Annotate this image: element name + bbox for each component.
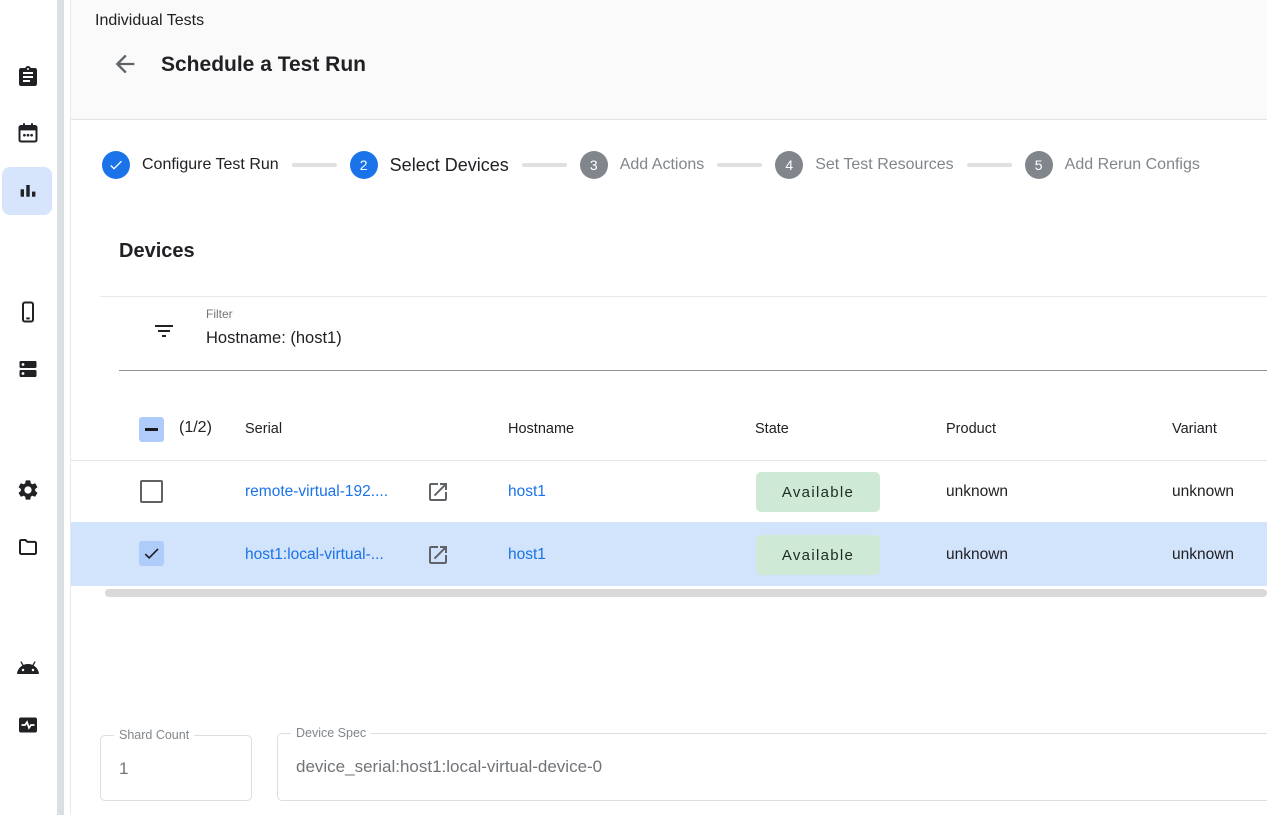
settings-gear-icon[interactable]: [16, 478, 40, 502]
page-title: Schedule a Test Run: [161, 53, 366, 77]
step-set-test-resources[interactable]: 4 Set Test Resources: [775, 151, 953, 179]
back-arrow-icon[interactable]: [111, 50, 139, 78]
android-icon[interactable]: [16, 656, 40, 680]
smartphone-icon[interactable]: [16, 300, 40, 324]
step-label: Set Test Resources: [815, 156, 953, 174]
breadcrumb: Individual Tests: [95, 12, 204, 30]
devices-section-title: Devices: [119, 240, 195, 263]
open-in-new-icon[interactable]: [426, 480, 450, 504]
filter-field-value: Hostname: (host1): [206, 329, 342, 348]
hostname-link[interactable]: host1: [508, 483, 546, 501]
step-configure-test-run[interactable]: Configure Test Run: [102, 151, 279, 179]
step-label: Add Rerun Configs: [1065, 156, 1200, 174]
step-select-devices[interactable]: 2 Select Devices: [350, 151, 509, 179]
device-spec-label: Device Spec: [291, 726, 371, 740]
state-badge: Available: [756, 472, 880, 512]
device-row-selected[interactable]: host1:local-virtual-... host1 Available …: [71, 522, 1267, 586]
filter-underline: [119, 370, 1267, 371]
left-nav-rail: [0, 0, 57, 815]
horizontal-scrollbar[interactable]: [105, 589, 1267, 597]
col-header-hostname: Hostname: [508, 421, 574, 437]
assignment-icon[interactable]: [16, 65, 40, 89]
step-3-circle: 3: [580, 151, 608, 179]
product-cell: unknown: [946, 546, 1008, 564]
step-connector: [522, 163, 567, 167]
device-filter-input[interactable]: Filter Hostname: (host1): [100, 297, 1267, 371]
serial-link[interactable]: remote-virtual-192....: [245, 483, 388, 501]
host-list-icon[interactable]: [16, 357, 40, 381]
col-header-state: State: [755, 421, 789, 437]
stepper: Configure Test Run 2 Select Devices 3 Ad…: [102, 150, 1200, 180]
hostname-link[interactable]: host1: [508, 546, 546, 564]
selection-count: (1/2): [179, 419, 212, 437]
device-spec-field[interactable]: Device Spec device_serial:host1:local-vi…: [277, 733, 1267, 801]
filter-field-label: Filter: [206, 307, 233, 321]
step-label: Add Actions: [620, 156, 705, 174]
row-checkbox-unchecked[interactable]: [140, 480, 163, 503]
step-label: Configure Test Run: [142, 156, 279, 174]
step-add-rerun-configs[interactable]: 5 Add Rerun Configs: [1025, 151, 1200, 179]
col-header-serial: Serial: [245, 421, 282, 437]
indeterminate-dash: [145, 428, 158, 431]
step-add-actions[interactable]: 3 Add Actions: [580, 151, 705, 179]
col-header-variant: Variant: [1172, 421, 1217, 437]
col-header-product: Product: [946, 421, 996, 437]
variant-cell: unknown: [1172, 546, 1234, 564]
folder-icon[interactable]: [16, 535, 40, 559]
variant-cell: unknown: [1172, 483, 1234, 501]
vertical-scrollbar[interactable]: [57, 0, 64, 815]
serial-link[interactable]: host1:local-virtual-...: [245, 546, 384, 564]
monitor-pulse-icon[interactable]: [16, 713, 40, 737]
main-content: Individual Tests Schedule a Test Run Con…: [71, 0, 1267, 815]
state-badge: Available: [756, 535, 880, 575]
device-spec-value: device_serial:host1:local-virtual-device…: [296, 757, 602, 777]
step-connector: [292, 163, 337, 167]
calendar-icon[interactable]: [16, 121, 40, 145]
product-cell: unknown: [946, 483, 1008, 501]
filter-list-icon: [152, 319, 176, 343]
device-table-header: (1/2) Serial Hostname State Product Vari…: [71, 400, 1267, 461]
step-label: Select Devices: [390, 155, 509, 176]
row-checkbox-checked[interactable]: [139, 541, 164, 566]
select-all-checkbox[interactable]: [139, 417, 164, 442]
step-1-check-icon: [102, 151, 130, 179]
step-5-circle: 5: [1025, 151, 1053, 179]
shard-count-field[interactable]: Shard Count 1: [100, 735, 252, 801]
page-header: Individual Tests Schedule a Test Run: [71, 0, 1267, 120]
open-in-new-icon[interactable]: [426, 543, 450, 567]
device-row[interactable]: remote-virtual-192.... host1 Available u…: [71, 461, 1267, 522]
step-connector: [717, 163, 762, 167]
shard-count-value: 1: [119, 759, 128, 779]
step-connector: [967, 163, 1012, 167]
shard-count-label: Shard Count: [114, 728, 194, 742]
step-4-circle: 4: [775, 151, 803, 179]
step-2-circle: 2: [350, 151, 378, 179]
bar-chart-icon[interactable]: [16, 179, 40, 203]
